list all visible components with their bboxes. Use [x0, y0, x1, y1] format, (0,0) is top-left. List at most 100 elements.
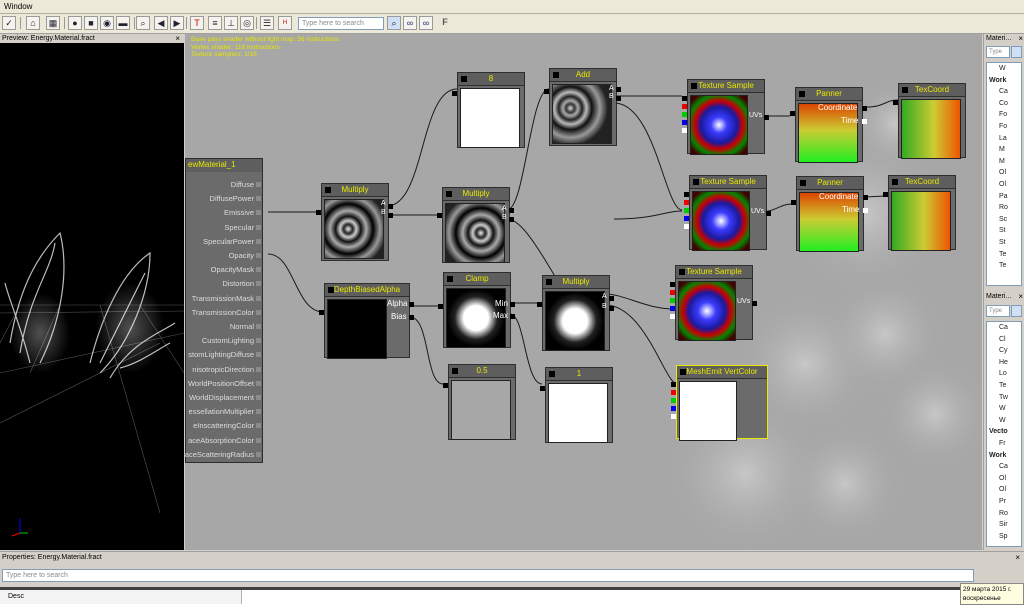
- search-input[interactable]: Type here to search: [298, 17, 384, 30]
- output-a-pin[interactable]: [684, 224, 689, 229]
- search-icon[interactable]: ⌕: [136, 16, 150, 30]
- forward-icon[interactable]: ▶: [170, 16, 184, 30]
- binoculars-icon[interactable]: ∞: [403, 16, 417, 30]
- constant-node-1[interactable]: 1: [540, 367, 613, 443]
- expression-list-item[interactable]: Ca: [999, 88, 1008, 95]
- stats-icon[interactable]: ≡: [208, 16, 222, 30]
- bias-pin[interactable]: [409, 315, 414, 320]
- expression-list-item[interactable]: Vecto: [989, 428, 1008, 435]
- constant-node-8[interactable]: 8: [452, 72, 525, 148]
- expression-list-item[interactable]: Tw: [999, 394, 1008, 401]
- material-input-pin[interactable]: [256, 451, 261, 457]
- material-input-pin[interactable]: [256, 395, 261, 400]
- properties-search-input[interactable]: Type here to search: [2, 569, 974, 582]
- expression-list-item[interactable]: Ro: [999, 510, 1008, 517]
- properties-close-button[interactable]: ×: [1015, 552, 1020, 564]
- input-b-pin[interactable]: [609, 306, 614, 311]
- hlsl-icon[interactable]: H: [278, 16, 292, 30]
- material-input-pin[interactable]: [256, 253, 261, 258]
- output-pin[interactable]: [893, 100, 898, 105]
- output-a-pin[interactable]: [671, 414, 676, 419]
- input-b-pin[interactable]: [509, 217, 514, 222]
- expression-list-item[interactable]: Co: [999, 100, 1008, 107]
- expression-list-item[interactable]: W: [999, 405, 1006, 412]
- cylinder-icon[interactable]: ◉: [100, 16, 114, 30]
- uvs-pin[interactable]: [752, 301, 757, 306]
- output-pin[interactable]: [540, 386, 545, 391]
- panner-node-1[interactable]: Panner Coordinate Time: [790, 87, 867, 163]
- input-b-pin[interactable]: [388, 213, 393, 218]
- panel2-close-button[interactable]: ×: [1018, 292, 1023, 302]
- input-a-pin[interactable]: [388, 204, 393, 209]
- material-input-pin[interactable]: [256, 352, 261, 358]
- output-pin[interactable]: [438, 304, 443, 309]
- output-r-pin[interactable]: [684, 200, 689, 205]
- back-icon[interactable]: ◀: [154, 16, 168, 30]
- preview-viewport[interactable]: [0, 43, 184, 550]
- material-input-pin[interactable]: [256, 196, 261, 202]
- panel1-search-icon[interactable]: [1011, 46, 1022, 58]
- eye-icon[interactable]: ◎: [240, 16, 254, 30]
- max-pin[interactable]: [510, 314, 515, 319]
- output-pin[interactable]: [883, 192, 888, 197]
- expression-list-item[interactable]: M: [999, 158, 1005, 165]
- material-input-pin[interactable]: [256, 295, 261, 301]
- expression-list-item[interactable]: Ca: [999, 324, 1008, 331]
- expression-list-item[interactable]: Ol: [999, 486, 1006, 493]
- multiply-node-3[interactable]: Multiply A B: [537, 275, 614, 351]
- depth-biased-alpha-node[interactable]: DepthBiasedAlpha Alpha Bias: [319, 283, 414, 359]
- material-input-pin[interactable]: [256, 281, 261, 287]
- material-input-pin[interactable]: [256, 338, 261, 344]
- uvs-pin[interactable]: [766, 211, 771, 216]
- texture-sample-node-3[interactable]: Texture Sample UVs: [670, 265, 757, 341]
- output-rgb-pin[interactable]: [671, 382, 676, 387]
- expression-list-item[interactable]: Cy: [999, 347, 1008, 354]
- coordinate-pin[interactable]: [863, 195, 868, 200]
- material-input-pin[interactable]: [256, 437, 261, 443]
- texcoord-node-2[interactable]: TexCoord: [883, 175, 956, 251]
- sphere-icon[interactable]: ●: [68, 16, 82, 30]
- comment-icon[interactable]: ☰: [260, 16, 274, 30]
- output-b-pin[interactable]: [670, 306, 675, 311]
- expression-list-item[interactable]: W: [999, 417, 1006, 424]
- expression-list-item[interactable]: He: [999, 359, 1008, 366]
- binoculars-next-icon[interactable]: ∞: [419, 16, 433, 30]
- expression-list-item[interactable]: Sir: [999, 521, 1008, 528]
- output-pin[interactable]: [437, 213, 442, 218]
- output-b-pin[interactable]: [671, 406, 676, 411]
- output-a-pin[interactable]: [670, 314, 675, 319]
- output-pin[interactable]: [316, 210, 321, 215]
- panel1-list[interactable]: W Work Ca Co Fo Fo La M M Ol Ol Pa Ro Sc St St Te Te: [986, 62, 1022, 286]
- panner-node-2[interactable]: Panner Coordinate Time: [791, 176, 868, 252]
- plane-icon[interactable]: ▬: [116, 16, 130, 30]
- search-button-icon[interactable]: ⌕: [387, 16, 401, 30]
- output-rgb-pin[interactable]: [670, 282, 675, 287]
- add-node[interactable]: Add A B: [544, 68, 621, 146]
- material-input-pin[interactable]: [256, 423, 261, 429]
- output-a-pin[interactable]: [682, 128, 687, 133]
- output-pin[interactable]: [537, 302, 542, 307]
- text-icon[interactable]: T: [190, 16, 204, 30]
- output-rgb-pin[interactable]: [684, 192, 689, 197]
- mesh-emit-vertcolor-node[interactable]: MeshEmit VertColor: [671, 365, 768, 441]
- vertex-icon[interactable]: ⊥: [224, 16, 238, 30]
- output-r-pin[interactable]: [682, 104, 687, 109]
- output-g-pin[interactable]: [684, 208, 689, 213]
- output-pin[interactable]: [452, 91, 457, 96]
- output-g-pin[interactable]: [682, 112, 687, 117]
- expression-list-item[interactable]: St: [999, 239, 1006, 246]
- clamp-node[interactable]: Clamp Min Max: [438, 272, 515, 348]
- constant-node-0-5[interactable]: 0.5: [443, 364, 516, 440]
- expression-list-item[interactable]: Sp: [999, 533, 1008, 540]
- expression-list-item[interactable]: St: [999, 227, 1006, 234]
- material-input-pin[interactable]: [256, 409, 261, 415]
- material-input-pin[interactable]: [256, 366, 261, 372]
- input-a-pin[interactable]: [609, 296, 614, 301]
- expression-list-item[interactable]: Ol: [999, 181, 1006, 188]
- menu-window[interactable]: Window: [4, 2, 32, 11]
- font-icon[interactable]: F: [438, 16, 452, 30]
- expression-list-item[interactable]: Work: [989, 452, 1006, 459]
- material-input-pin[interactable]: [256, 238, 261, 244]
- material-input-pin[interactable]: [256, 324, 261, 329]
- output-g-pin[interactable]: [670, 298, 675, 303]
